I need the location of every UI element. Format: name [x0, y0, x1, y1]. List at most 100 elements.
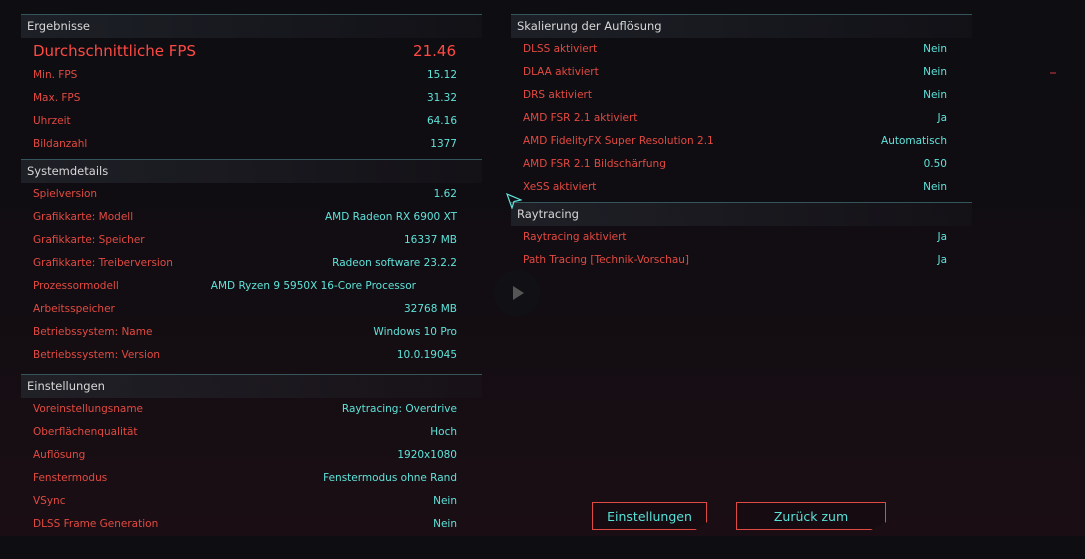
row-value: 21.46 [413, 42, 456, 60]
row-label: Max. FPS [33, 92, 81, 104]
row-value: Ja [937, 231, 947, 243]
raytracing-section: Raytracing Raytracing aktiviert Ja Path … [511, 202, 972, 272]
scaling-row: DLAA aktiviert Nein [511, 61, 972, 84]
row-label: AMD FidelityFX Super Resolution 2.1 [523, 135, 714, 147]
settings-row: VSync Nein [21, 490, 482, 513]
system-section: Systemdetails Spielversion 1.62 Grafikka… [21, 159, 482, 367]
row-label: Spielversion [33, 188, 98, 200]
scaling-row: DRS aktiviert Nein [511, 84, 972, 107]
scaling-row: AMD FSR 2.1 Bildschärfung 0.50 [511, 153, 972, 176]
row-label: Bildanzahl [33, 138, 88, 150]
row-label: DLAA aktiviert [523, 66, 599, 78]
row-value: 31.32 [426, 92, 457, 104]
row-value: Nein [923, 43, 947, 55]
row-label: Fenstermodus [33, 472, 108, 484]
row-value: Raytracing: Overdrive [341, 403, 457, 415]
settings-row: Voreinstellungsname Raytracing: Overdriv… [21, 398, 482, 421]
row-value: Radeon software 23.2.2 [332, 257, 457, 269]
settings-section: Einstellungen Voreinstellungsname Raytra… [21, 374, 482, 536]
system-row: Spielversion 1.62 [21, 183, 482, 206]
row-value: AMD Radeon RX 6900 XT [324, 211, 457, 223]
raytracing-row: Path Tracing [Technik-Vorschau] Ja [511, 249, 972, 272]
row-value: 1.62 [433, 188, 457, 200]
settings-button[interactable]: Einstellungen [592, 502, 707, 530]
row-label: Betriebssystem: Version [33, 349, 161, 361]
row-label: Grafikkarte: Treiberversion [33, 257, 173, 269]
section-header-raytracing: Raytracing [511, 202, 972, 226]
row-value: Nein [433, 495, 457, 507]
row-label: Oberflächenqualität [33, 426, 138, 438]
scaling-row: AMD FidelityFX Super Resolution 2.1 Auto… [511, 130, 972, 153]
row-label: VSync [33, 495, 66, 507]
scaling-section: Skalierung der Auflösung DLSS aktiviert … [511, 14, 972, 199]
row-value: Nein [923, 66, 947, 78]
row-value: 1920x1080 [397, 449, 457, 461]
row-value: Nein [923, 181, 947, 193]
row-label: Betriebssystem: Name [33, 326, 153, 338]
row-label: Auflösung [33, 449, 86, 461]
row-label: AMD FSR 2.1 Bildschärfung [523, 158, 666, 170]
row-value: Nein [433, 518, 457, 530]
row-value: 16337 MB [403, 234, 457, 246]
system-row: Arbeitsspeicher 32768 MB [21, 298, 482, 321]
result-row-time: Uhrzeit 64.16 [21, 110, 482, 133]
settings-row: Fenstermodus Fenstermodus ohne Rand [21, 467, 482, 490]
system-row: Grafikkarte: Modell AMD Radeon RX 6900 X… [21, 206, 482, 229]
row-label: Grafikkarte: Modell [33, 211, 134, 223]
system-row: Betriebssystem: Version 10.0.19045 [21, 344, 482, 367]
results-section: Ergebnisse Durchschnittliche FPS 21.46 M… [21, 14, 482, 156]
row-label: DLSS Frame Generation [33, 518, 159, 530]
decorative-mark [1050, 72, 1056, 74]
row-value: Fenstermodus ohne Rand [323, 472, 457, 484]
result-row-min-fps: Min. FPS 15.12 [21, 64, 482, 87]
main-menu-button[interactable]: Zurück zum Hauptmenü [736, 502, 886, 530]
left-column: Ergebnisse Durchschnittliche FPS 21.46 M… [21, 14, 482, 536]
row-value: Ja [937, 254, 947, 266]
row-label: Grafikkarte: Speicher [33, 234, 145, 246]
section-header-settings: Einstellungen [21, 374, 482, 398]
settings-row: Auflösung 1920x1080 [21, 444, 482, 467]
scaling-row: XeSS aktiviert Nein [511, 176, 972, 199]
scaling-row: DLSS aktiviert Nein [511, 38, 972, 61]
system-row: Grafikkarte: Speicher 16337 MB [21, 229, 482, 252]
row-label: Voreinstellungsname [33, 403, 144, 415]
settings-row: Oberflächenqualität Hoch [21, 421, 482, 444]
row-label: Arbeitsspeicher [33, 303, 115, 315]
row-label: Path Tracing [Technik-Vorschau] [523, 254, 690, 266]
row-value: Nein [923, 89, 947, 101]
scaling-row: AMD FSR 2.1 aktiviert Ja [511, 107, 972, 130]
result-row-frames: Bildanzahl 1377 [21, 133, 482, 156]
row-value: 15.12 [426, 69, 457, 81]
row-value: Hoch [430, 426, 457, 438]
row-label: Prozessormodell [33, 280, 119, 292]
row-value: 32768 MB [403, 303, 457, 315]
section-header-scaling: Skalierung der Auflösung [511, 14, 972, 38]
row-label: DLSS aktiviert [523, 43, 598, 55]
result-row-max-fps: Max. FPS 31.32 [21, 87, 482, 110]
row-label: Raytracing aktiviert [523, 231, 627, 243]
row-label: AMD FSR 2.1 aktiviert [523, 112, 638, 124]
settings-row: DLSS Frame Generation Nein [21, 513, 482, 536]
row-value: Automatisch [881, 135, 947, 147]
section-header-results: Ergebnisse [21, 14, 482, 38]
row-value: Ja [937, 112, 947, 124]
system-row: Betriebssystem: Name Windows 10 Pro [21, 321, 482, 344]
system-row: Prozessormodell AMD Ryzen 9 5950X 16-Cor… [21, 275, 482, 298]
play-icon[interactable] [494, 270, 540, 316]
row-value: 64.16 [426, 115, 457, 127]
row-value: 0.50 [923, 158, 947, 170]
result-row-avg-fps: Durchschnittliche FPS 21.46 [21, 38, 482, 64]
section-header-system: Systemdetails [21, 159, 482, 183]
row-label: Uhrzeit [33, 115, 71, 127]
row-value: Windows 10 Pro [373, 326, 457, 338]
row-value: 1377 [430, 138, 457, 150]
row-label: DRS aktiviert [523, 89, 592, 101]
right-column: Skalierung der Auflösung DLSS aktiviert … [511, 14, 972, 272]
row-label: Durchschnittliche FPS [33, 42, 196, 60]
system-row: Grafikkarte: Treiberversion Radeon softw… [21, 252, 482, 275]
row-label: XeSS aktiviert [523, 181, 597, 193]
row-value: AMD Ryzen 9 5950X 16-Core Processor [210, 280, 416, 292]
row-label: Min. FPS [33, 69, 78, 81]
row-value: 10.0.19045 [396, 349, 457, 361]
raytracing-row: Raytracing aktiviert Ja [511, 226, 972, 249]
